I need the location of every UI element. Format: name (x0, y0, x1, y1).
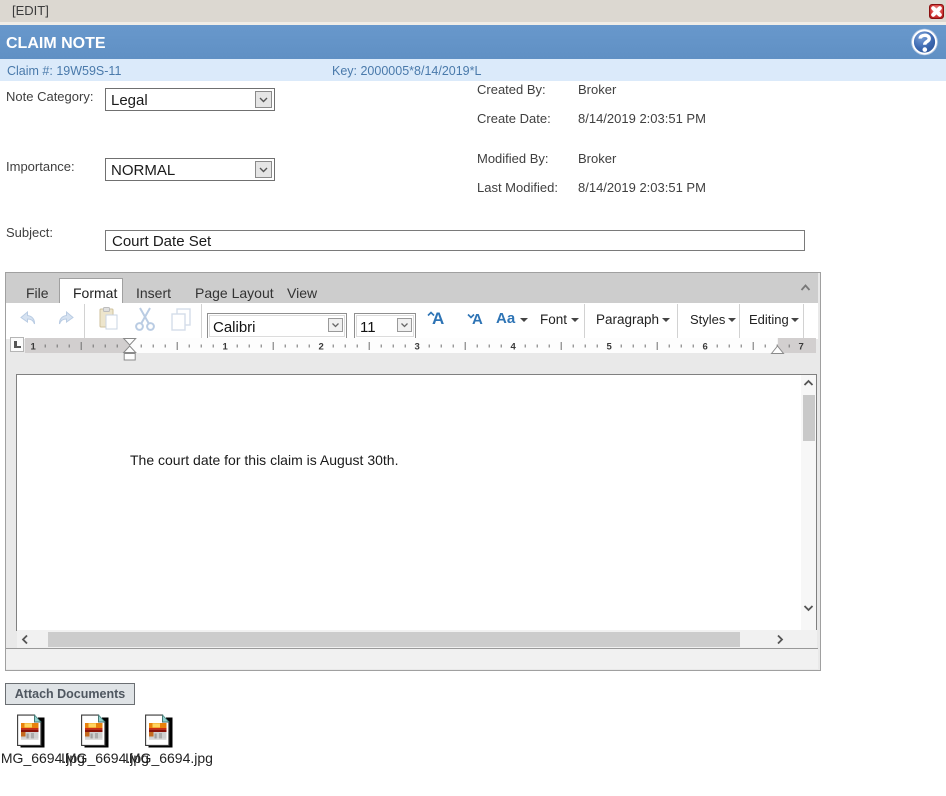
svg-text:5: 5 (607, 342, 613, 353)
svg-text:1: 1 (223, 342, 229, 353)
svg-text:1: 1 (31, 342, 37, 353)
svg-text:6: 6 (703, 342, 708, 353)
svg-text:3: 3 (415, 342, 420, 353)
svg-text:2: 2 (319, 342, 324, 353)
svg-text:4: 4 (511, 342, 517, 353)
svg-text:7: 7 (799, 342, 804, 353)
